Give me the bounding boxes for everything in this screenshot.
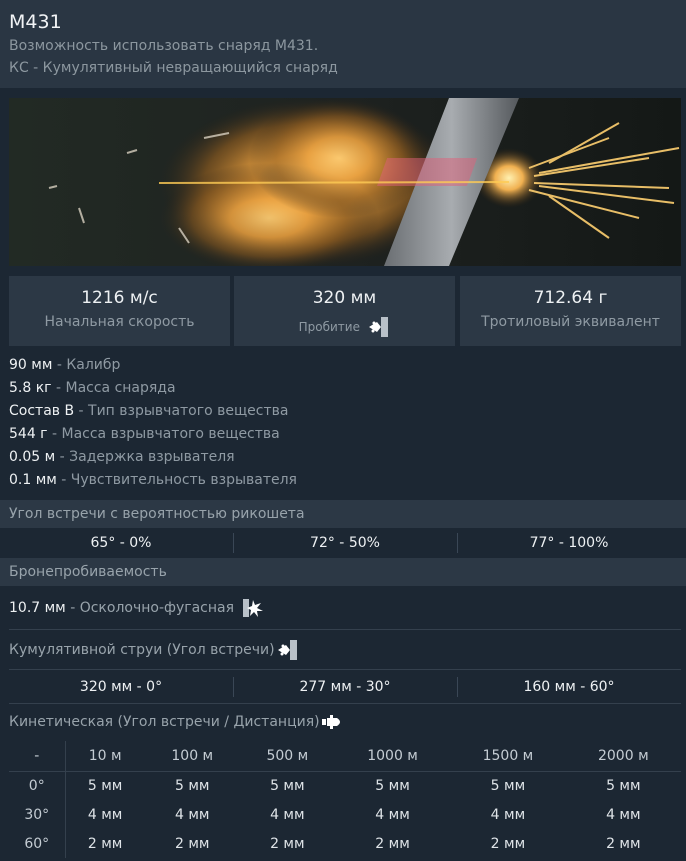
penetration-cell: 5 мм: [87, 777, 123, 794]
penetration-cell: 4 мм: [175, 806, 210, 823]
shell-icon: [322, 715, 340, 729]
shell-title: M431: [9, 11, 62, 33]
property-fuse-sensitivity: 0.1 мм - Чувствительность взрывателя: [9, 472, 297, 488]
muzzle-velocity-label: Начальная скорость: [44, 314, 195, 330]
table-row: 60° 2 мм 2 мм 2 мм 2 мм 2 мм 2 мм: [9, 829, 681, 858]
penetration-cell: 4 мм: [270, 806, 305, 823]
penetration-value: 320 мм: [312, 288, 377, 308]
he-penetration: 10.7 мм - Осколочно-фугасная: [9, 600, 235, 616]
penetration-cell: 4 мм: [490, 806, 526, 823]
property-caliber: 90 мм - Калибр: [9, 357, 121, 373]
tnt-value: 712.64 г: [533, 288, 608, 308]
stat-penetration: 320 мм Пробитие: [234, 276, 455, 346]
penetration-cell: 5 мм: [375, 777, 410, 794]
penetration-cell: 2 мм: [606, 835, 641, 852]
penetration-cell: 4 мм: [87, 806, 123, 823]
cumulative-value: 320 мм - 0°: [79, 679, 163, 695]
stat-muzzle-velocity: 1216 м/с Начальная скорость: [9, 276, 230, 346]
divider: [9, 629, 681, 630]
property-fuse-delay: 0.05 м - Задержка взрывателя: [9, 449, 235, 465]
ricochet-section-header: Угол встречи с вероятностью рикошета: [0, 500, 686, 528]
muzzle-velocity-value: 1216 м/с: [81, 288, 158, 308]
stat-tnt-equivalent: 712.64 г Тротиловый эквивалент: [460, 276, 681, 346]
property-explosive-type: Состав B - Тип взрывчатого вещества: [9, 403, 289, 419]
property-explosive-mass: 544 г - Масса взрывчатого вещества: [9, 426, 280, 442]
divider: [9, 669, 681, 670]
cumulative-value: 160 мм - 60°: [523, 679, 615, 695]
shell-availability: Возможность использовать снаряд M431.: [9, 38, 319, 54]
cumulative-title: Кумулятивной струи (Угол встречи): [9, 642, 275, 658]
penetration-cell: 2 мм: [87, 835, 123, 852]
ricochet-row: 65° - 0% 72° - 50% 77° - 100%: [9, 529, 681, 557]
penetration-cell: 5 мм: [606, 777, 641, 794]
penetration-cell: 4 мм: [375, 806, 410, 823]
shaped-charge-icon: [369, 317, 389, 337]
penetration-cell: 5 мм: [270, 777, 305, 794]
table-corner: -: [9, 741, 66, 772]
property-shell-mass: 5.8 кг - Масса снаряда: [9, 380, 176, 396]
distance-header: 1500 м: [450, 741, 566, 772]
kinetic-table: - 10 м 100 м 500 м 1000 м 1500 м 2000 м …: [9, 741, 681, 858]
shaped-charge-icon: [278, 640, 297, 660]
cumulative-value: 277 мм - 30°: [299, 679, 391, 695]
ricochet-value: 65° - 0%: [90, 535, 152, 551]
penetration-cell: 5 мм: [175, 777, 210, 794]
penetration-label: Пробитие: [298, 320, 360, 334]
table-header-row: - 10 м 100 м 500 м 1000 м 1500 м 2000 м: [9, 741, 681, 772]
penetration-cell: 4 мм: [606, 806, 641, 823]
penetration-cell: 2 мм: [270, 835, 305, 852]
penetration-cell: 5 мм: [490, 777, 526, 794]
angle-cell: 60°: [9, 829, 66, 858]
cumulative-row: 320 мм - 0° 277 мм - 30° 160 мм - 60°: [9, 673, 681, 701]
armor-section-header: Бронепробиваемость: [0, 558, 686, 586]
angle-cell: 0°: [9, 771, 66, 800]
table-row: 30° 4 мм 4 мм 4 мм 4 мм 4 мм 4 мм: [9, 800, 681, 829]
shell-type: КС - Кумулятивный невращающийся снаряд: [9, 60, 338, 76]
shell-header: M431 Возможность использовать снаряд M43…: [0, 0, 686, 88]
angle-cell: 30°: [9, 800, 66, 829]
ricochet-value: 72° - 50%: [310, 535, 380, 551]
ricochet-value: 77° - 100%: [529, 535, 609, 551]
distance-header: 10 м: [65, 741, 145, 772]
table-row: 0° 5 мм 5 мм 5 мм 5 мм 5 мм 5 мм: [9, 771, 681, 800]
penetration-cell: 2 мм: [490, 835, 526, 852]
tnt-label: Тротиловый эквивалент: [481, 314, 660, 330]
distance-header: 500 м: [239, 741, 335, 772]
penetration-cell: 2 мм: [175, 835, 210, 852]
distance-header: 1000 м: [334, 741, 451, 772]
distance-header: 100 м: [144, 741, 240, 772]
explosion-icon: [243, 599, 263, 617]
kinetic-title: Кинетическая (Угол встречи / Дистанция): [9, 714, 320, 730]
distance-header: 2000 м: [565, 741, 681, 772]
penetration-illustration: [9, 98, 681, 266]
divider: [9, 703, 681, 704]
penetration-cell: 2 мм: [375, 835, 410, 852]
